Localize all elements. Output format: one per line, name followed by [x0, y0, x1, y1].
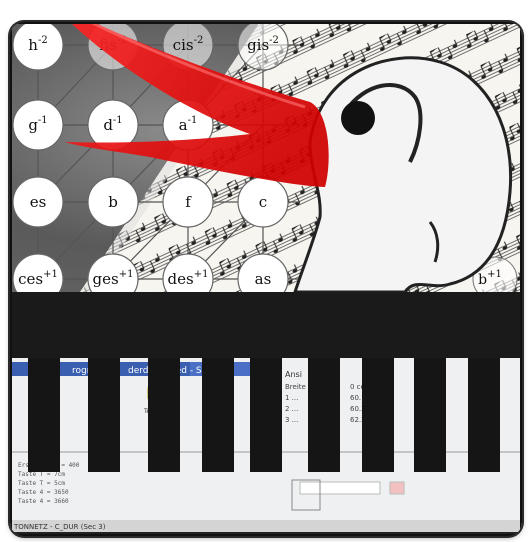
- tone-node: h-2: [12, 22, 64, 71]
- tone-node: c: [237, 176, 289, 228]
- tone-label: es: [30, 193, 47, 211]
- cent-row-label: 2 ...: [285, 405, 298, 413]
- black-key: [468, 357, 500, 472]
- tone-label: as: [255, 270, 272, 288]
- cent-row-label: 1 ...: [285, 394, 298, 402]
- keyboard-top-band: [10, 292, 522, 358]
- tone-node: f: [162, 176, 214, 228]
- tone-node: es: [12, 176, 64, 228]
- black-key: [28, 357, 60, 472]
- tone-label: c: [259, 193, 267, 211]
- black-key: [308, 357, 340, 472]
- log-line: Taste 4 = 3650: [18, 489, 69, 496]
- bird-eye-icon: [341, 101, 375, 135]
- cent-row-label: 3 ...: [285, 416, 298, 424]
- log-line: Taste T = 7cm: [18, 471, 65, 478]
- cent-row-label: Breite: [285, 383, 306, 391]
- status-text: TONNETZ - C_DUR (Sec 3): [13, 523, 106, 531]
- black-key: [148, 357, 180, 472]
- log-line: Taste 4 = 3660: [18, 498, 69, 505]
- tone-label: b: [108, 193, 118, 211]
- icon-artwork: h-2fis-2cis-2gis-2g-1d-1a-1esbfcces+1ges…: [10, 22, 522, 536]
- tone-node: b: [87, 176, 139, 228]
- log-line: Taste T = 5cm: [18, 480, 65, 487]
- black-key: [88, 357, 120, 472]
- app-icon-canvas: h-2fis-2cis-2gis-2g-1d-1a-1esbfcces+1ges…: [0, 0, 530, 542]
- black-key: [250, 357, 282, 472]
- cent-header: Ansi: [285, 370, 302, 379]
- tone-node: g-1: [12, 99, 64, 151]
- icon-frame: h-2fis-2cis-2gis-2g-1d-1a-1esbfcces+1ges…: [10, 22, 522, 536]
- black-key: [362, 357, 394, 472]
- tone-node: gis-2: [237, 22, 289, 71]
- black-key: [414, 357, 446, 472]
- black-key: [202, 357, 234, 472]
